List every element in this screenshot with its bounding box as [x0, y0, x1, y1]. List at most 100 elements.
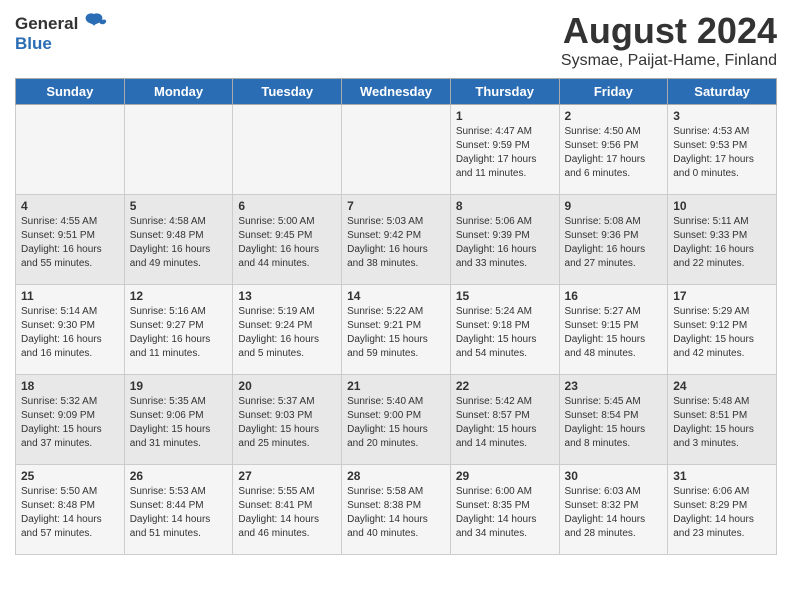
day-info: Sunrise: 4:53 AM Sunset: 9:53 PM Dayligh…: [673, 125, 771, 181]
month-year: August 2024: [561, 10, 777, 52]
day-info: Sunrise: 6:06 AM Sunset: 8:29 PM Dayligh…: [673, 485, 771, 541]
week-row-5: 25 Sunrise: 5:50 AM Sunset: 8:48 PM Dayli…: [16, 465, 777, 555]
day-info: Sunrise: 5:24 AM Sunset: 9:18 PM Dayligh…: [456, 305, 554, 361]
day-number: 14: [347, 289, 445, 303]
day-number: 22: [456, 379, 554, 393]
calendar-cell: 14 Sunrise: 5:22 AM Sunset: 9:21 PM Dayli…: [342, 285, 451, 375]
day-header-friday: Friday: [559, 79, 668, 105]
day-info: Sunrise: 4:58 AM Sunset: 9:48 PM Dayligh…: [130, 215, 228, 271]
day-info: Sunrise: 5:37 AM Sunset: 9:03 PM Dayligh…: [238, 395, 336, 451]
day-number: 24: [673, 379, 771, 393]
calendar-cell: 30 Sunrise: 6:03 AM Sunset: 8:32 PM Dayli…: [559, 465, 668, 555]
title-area: August 2024 Sysmae, Paijat-Hame, Finland: [561, 10, 777, 70]
day-info: Sunrise: 5:50 AM Sunset: 8:48 PM Dayligh…: [21, 485, 119, 541]
calendar-cell: 25 Sunrise: 5:50 AM Sunset: 8:48 PM Dayli…: [16, 465, 125, 555]
calendar-cell: 16 Sunrise: 5:27 AM Sunset: 9:15 PM Dayli…: [559, 285, 668, 375]
day-info: Sunrise: 5:48 AM Sunset: 8:51 PM Dayligh…: [673, 395, 771, 451]
week-row-1: 1 Sunrise: 4:47 AM Sunset: 9:59 PM Daylig…: [16, 105, 777, 195]
calendar-cell: 10Sunrise: 5:11 AM Sunset: 9:33 PM Dayli…: [668, 195, 777, 285]
day-number: 23: [565, 379, 663, 393]
calendar-cell: 26Sunrise: 5:53 AM Sunset: 8:44 PM Dayli…: [124, 465, 233, 555]
day-info: Sunrise: 6:03 AM Sunset: 8:32 PM Dayligh…: [565, 485, 663, 541]
week-row-2: 4 Sunrise: 4:55 AM Sunset: 9:51 PM Daylig…: [16, 195, 777, 285]
logo: General Blue: [15, 10, 108, 54]
location: Sysmae, Paijat-Hame, Finland: [561, 52, 777, 70]
calendar-cell: 29 Sunrise: 6:00 AM Sunset: 8:35 PM Dayli…: [450, 465, 559, 555]
day-number: 29: [456, 469, 554, 483]
calendar-cell: [124, 105, 233, 195]
day-number: 5: [130, 199, 228, 213]
day-number: 25: [21, 469, 119, 483]
day-number: 9: [565, 199, 663, 213]
day-info: Sunrise: 4:47 AM Sunset: 9:59 PM Dayligh…: [456, 125, 554, 181]
calendar-cell: 24 Sunrise: 5:48 AM Sunset: 8:51 PM Dayli…: [668, 375, 777, 465]
day-info: Sunrise: 5:29 AM Sunset: 9:12 PM Dayligh…: [673, 305, 771, 361]
day-number: 8: [456, 199, 554, 213]
day-number: 30: [565, 469, 663, 483]
day-header-sunday: Sunday: [16, 79, 125, 105]
day-number: 2: [565, 109, 663, 123]
calendar-cell: 11 Sunrise: 5:14 AM Sunset: 9:30 PM Dayli…: [16, 285, 125, 375]
day-number: 20: [238, 379, 336, 393]
day-number: 15: [456, 289, 554, 303]
calendar-cell: 17 Sunrise: 5:29 AM Sunset: 9:12 PM Dayli…: [668, 285, 777, 375]
day-number: 21: [347, 379, 445, 393]
day-number: 4: [21, 199, 119, 213]
day-number: 3: [673, 109, 771, 123]
day-number: 17: [673, 289, 771, 303]
calendar-cell: [233, 105, 342, 195]
day-info: Sunrise: 5:19 AM Sunset: 9:24 PM Dayligh…: [238, 305, 336, 361]
day-info: Sunrise: 5:32 AM Sunset: 9:09 PM Dayligh…: [21, 395, 119, 451]
calendar-cell: [16, 105, 125, 195]
calendar-cell: 2 Sunrise: 4:50 AM Sunset: 9:56 PM Daylig…: [559, 105, 668, 195]
day-number: 6: [238, 199, 336, 213]
day-number: 18: [21, 379, 119, 393]
day-info: Sunrise: 5:45 AM Sunset: 8:54 PM Dayligh…: [565, 395, 663, 451]
day-number: 28: [347, 469, 445, 483]
calendar-cell: 9 Sunrise: 5:08 AM Sunset: 9:36 PM Daylig…: [559, 195, 668, 285]
calendar-cell: 12Sunrise: 5:16 AM Sunset: 9:27 PM Dayli…: [124, 285, 233, 375]
day-header-monday: Monday: [124, 79, 233, 105]
day-info: Sunrise: 5:03 AM Sunset: 9:42 PM Dayligh…: [347, 215, 445, 271]
calendar-cell: 27Sunrise: 5:55 AM Sunset: 8:41 PM Dayli…: [233, 465, 342, 555]
calendar-cell: 23 Sunrise: 5:45 AM Sunset: 8:54 PM Dayli…: [559, 375, 668, 465]
day-number: 12: [130, 289, 228, 303]
calendar-cell: 20 Sunrise: 5:37 AM Sunset: 9:03 PM Dayli…: [233, 375, 342, 465]
day-number: 11: [21, 289, 119, 303]
day-info: Sunrise: 6:00 AM Sunset: 8:35 PM Dayligh…: [456, 485, 554, 541]
calendar-cell: 13 Sunrise: 5:19 AM Sunset: 9:24 PM Dayli…: [233, 285, 342, 375]
day-number: 27: [238, 469, 336, 483]
calendar-cell: 1 Sunrise: 4:47 AM Sunset: 9:59 PM Daylig…: [450, 105, 559, 195]
day-info: Sunrise: 5:22 AM Sunset: 9:21 PM Dayligh…: [347, 305, 445, 361]
day-number: 16: [565, 289, 663, 303]
days-header-row: SundayMondayTuesdayWednesdayThursdayFrid…: [16, 79, 777, 105]
calendar-table: SundayMondayTuesdayWednesdayThursdayFrid…: [15, 78, 777, 555]
calendar-cell: 4 Sunrise: 4:55 AM Sunset: 9:51 PM Daylig…: [16, 195, 125, 285]
day-number: 13: [238, 289, 336, 303]
calendar-cell: 15 Sunrise: 5:24 AM Sunset: 9:18 PM Dayli…: [450, 285, 559, 375]
day-header-tuesday: Tuesday: [233, 79, 342, 105]
day-info: Sunrise: 5:27 AM Sunset: 9:15 PM Dayligh…: [565, 305, 663, 361]
calendar-cell: 3 Sunrise: 4:53 AM Sunset: 9:53 PM Daylig…: [668, 105, 777, 195]
day-header-thursday: Thursday: [450, 79, 559, 105]
day-info: Sunrise: 5:40 AM Sunset: 9:00 PM Dayligh…: [347, 395, 445, 451]
calendar-cell: 18 Sunrise: 5:32 AM Sunset: 9:09 PM Dayli…: [16, 375, 125, 465]
day-info: Sunrise: 5:42 AM Sunset: 8:57 PM Dayligh…: [456, 395, 554, 451]
day-info: Sunrise: 5:53 AM Sunset: 8:44 PM Dayligh…: [130, 485, 228, 541]
week-row-4: 18 Sunrise: 5:32 AM Sunset: 9:09 PM Dayli…: [16, 375, 777, 465]
calendar-cell: 19Sunrise: 5:35 AM Sunset: 9:06 PM Dayli…: [124, 375, 233, 465]
day-info: Sunrise: 4:50 AM Sunset: 9:56 PM Dayligh…: [565, 125, 663, 181]
day-number: 10: [673, 199, 771, 213]
logo-text: General: [15, 14, 78, 34]
day-info: Sunrise: 5:08 AM Sunset: 9:36 PM Dayligh…: [565, 215, 663, 271]
logo-bird-icon: [80, 10, 108, 38]
logo-blue-text: Blue: [15, 34, 52, 54]
day-number: 1: [456, 109, 554, 123]
day-info: Sunrise: 5:58 AM Sunset: 8:38 PM Dayligh…: [347, 485, 445, 541]
day-info: Sunrise: 4:55 AM Sunset: 9:51 PM Dayligh…: [21, 215, 119, 271]
day-header-saturday: Saturday: [668, 79, 777, 105]
day-info: Sunrise: 5:14 AM Sunset: 9:30 PM Dayligh…: [21, 305, 119, 361]
calendar-cell: [342, 105, 451, 195]
calendar-cell: 22 Sunrise: 5:42 AM Sunset: 8:57 PM Dayli…: [450, 375, 559, 465]
day-header-wednesday: Wednesday: [342, 79, 451, 105]
